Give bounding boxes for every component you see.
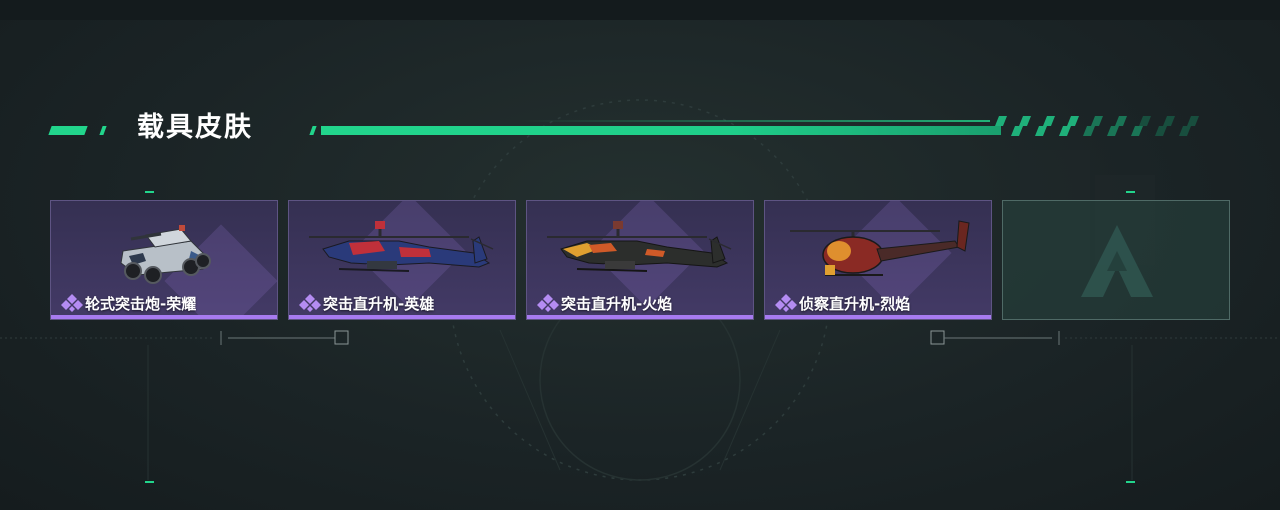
section-title: 载具皮肤 xyxy=(137,112,253,143)
skin-card[interactable]: 轮式突击炮-荣耀 xyxy=(50,200,278,320)
rarity-underline xyxy=(289,315,515,319)
purple-diamond-icon xyxy=(775,294,797,312)
skin-name: 侦察直升机-烈焰 xyxy=(799,294,911,313)
corner-tick xyxy=(145,481,154,483)
skin-label: 突击直升机-火焰 xyxy=(537,293,672,313)
purple-diamond-icon xyxy=(537,294,559,312)
skin-card[interactable]: 侦察直升机-烈焰 xyxy=(764,200,992,320)
skin-name: 轮式突击炮-荣耀 xyxy=(85,294,197,313)
header-accent-tick xyxy=(309,126,317,135)
skin-label: 侦察直升机-烈焰 xyxy=(775,293,910,313)
corner-tick xyxy=(1126,191,1135,193)
corner-tick xyxy=(145,191,154,193)
header-accent-tick xyxy=(99,126,107,135)
skin-label: 轮式突击炮-荣耀 xyxy=(61,293,196,313)
purple-diamond-icon xyxy=(299,294,321,312)
top-bar xyxy=(0,0,1280,20)
purple-diamond-icon xyxy=(61,294,83,312)
skin-card[interactable]: 突击直升机-英雄 xyxy=(288,200,516,320)
skin-name: 突击直升机-英雄 xyxy=(323,294,435,313)
skin-card[interactable]: 突击直升机-火焰 xyxy=(526,200,754,320)
empty-skin-slot[interactable] xyxy=(1002,200,1230,320)
rarity-underline xyxy=(51,315,277,319)
rarity-underline xyxy=(527,315,753,319)
rarity-underline xyxy=(765,315,991,319)
game-logo-icon xyxy=(1081,225,1153,297)
header-checker-pattern xyxy=(995,116,1199,136)
header-accent-dash xyxy=(48,126,88,135)
header-thin-line xyxy=(520,120,990,122)
header-bar xyxy=(321,126,1001,135)
skin-name: 突击直升机-火焰 xyxy=(561,294,673,313)
skin-label: 突击直升机-英雄 xyxy=(299,293,434,313)
corner-tick xyxy=(1126,481,1135,483)
